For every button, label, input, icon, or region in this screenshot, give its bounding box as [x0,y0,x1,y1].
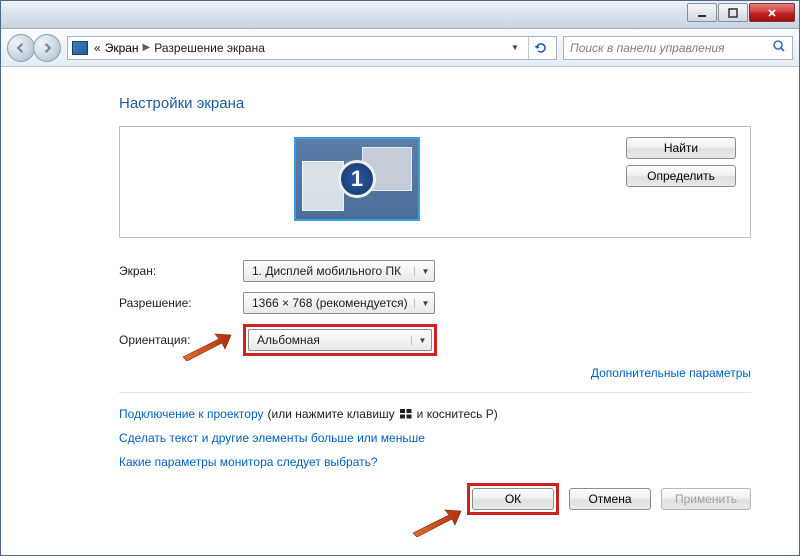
display-label: Экран: [119,264,243,278]
monitor-number-badge: 1 [338,160,376,198]
cancel-button[interactable]: Отмена [569,488,651,510]
display-value: 1. Дисплей мобильного ПК [252,264,401,278]
close-button[interactable] [749,3,795,22]
apply-button: Применить [661,488,751,510]
text-size-link[interactable]: Сделать текст и другие элементы больше и… [119,431,425,445]
content-area: Настройки экрана 1 Найти Определить Экра… [1,67,799,555]
search-placeholder: Поиск в панели управления [570,41,772,55]
orientation-label: Ориентация: [119,333,243,347]
ok-button[interactable]: ОК [472,488,554,510]
breadcrumb-prefix: « [94,41,101,55]
resolution-dropdown[interactable]: 1366 × 768 (рекомендуется) ▼ [243,292,435,314]
nav-forward-button[interactable] [33,34,61,62]
breadcrumb-resolution[interactable]: Разрешение экрана [154,41,265,55]
orientation-value: Альбомная [257,333,320,347]
breadcrumb-screen[interactable]: Экран [105,41,139,55]
address-dropdown-icon[interactable]: ▼ [508,43,522,52]
orientation-dropdown[interactable]: Альбомная ▼ [248,329,432,351]
find-button[interactable]: Найти [626,137,736,159]
search-icon [772,39,786,56]
which-monitor-link[interactable]: Какие параметры монитора следует выбрать… [119,455,378,469]
breadcrumb-separator-icon: ▶ [143,42,151,53]
chevron-down-icon: ▼ [411,336,427,345]
refresh-button[interactable] [528,37,552,59]
highlight-orientation: Альбомная ▼ [243,324,437,356]
projector-link[interactable]: Подключение к проектору [119,407,264,421]
address-bar[interactable]: « Экран ▶ Разрешение экрана ▼ [67,36,557,60]
advanced-settings-link[interactable]: Дополнительные параметры [591,366,751,380]
highlight-ok: ОК [467,483,559,515]
page-title: Настройки экрана [119,95,751,112]
search-box[interactable]: Поиск в панели управления [563,36,793,60]
footer-buttons: ОК Отмена Применить [119,483,751,515]
chevron-down-icon: ▼ [414,267,430,276]
projector-hint-2: и коснитесь P) [417,407,498,421]
monitor-thumbnail[interactable]: 1 [294,137,420,221]
projector-hint-1: (или нажмите клавишу [268,407,395,421]
nav-back-button[interactable] [7,34,35,62]
control-panel-icon [72,41,88,55]
maximize-button[interactable] [718,3,748,22]
resolution-value: 1366 × 768 (рекомендуется) [252,296,408,310]
minimize-button[interactable] [687,3,717,22]
windows-key-icon [399,408,413,420]
display-dropdown[interactable]: 1. Дисплей мобильного ПК ▼ [243,260,435,282]
resolution-label: Разрешение: [119,296,243,310]
display-preview-box: 1 Найти Определить [119,126,751,238]
divider [119,392,751,393]
detect-button[interactable]: Определить [626,165,736,187]
titlebar [1,1,799,29]
navbar: « Экран ▶ Разрешение экрана ▼ Поиск в па… [1,29,799,67]
chevron-down-icon: ▼ [414,299,430,308]
